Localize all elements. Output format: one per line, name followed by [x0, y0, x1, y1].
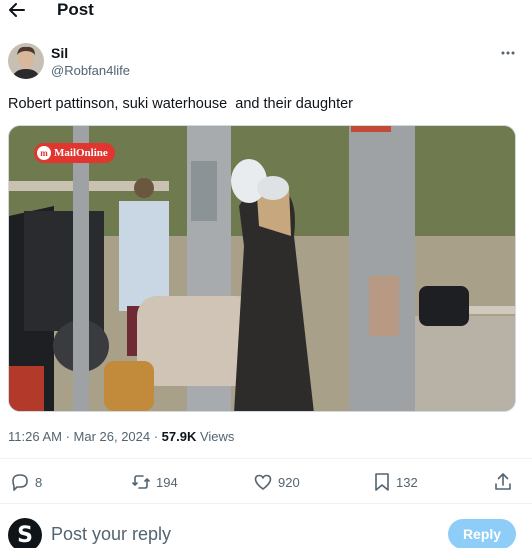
- back-button[interactable]: [6, 0, 28, 20]
- watermark-text: MailOnline: [54, 147, 108, 159]
- post-media-image[interactable]: m MailOnline: [8, 125, 516, 412]
- author-name[interactable]: Sil: [51, 45, 68, 61]
- like-button[interactable]: 920: [253, 470, 300, 494]
- top-bar: Post: [0, 0, 532, 22]
- reply-icon: [12, 474, 28, 491]
- divider: [0, 503, 532, 504]
- reply-submit-button[interactable]: Reply: [448, 519, 516, 548]
- action-bar: 8 194 920 132: [0, 470, 532, 494]
- page-title: Post: [57, 0, 94, 19]
- mailonline-logo: m: [37, 146, 51, 160]
- more-horizontal-icon: [501, 51, 515, 55]
- views-label: Views: [196, 429, 235, 444]
- author-avatar[interactable]: [8, 43, 44, 79]
- heart-icon: [254, 474, 272, 490]
- more-button[interactable]: [498, 44, 518, 62]
- repost-button[interactable]: 194: [131, 470, 178, 494]
- reply-count: 8: [35, 474, 43, 490]
- arrow-left-icon: [9, 3, 25, 17]
- watermark-badge: m MailOnline: [34, 143, 115, 163]
- reply-button[interactable]: 8: [10, 470, 42, 494]
- divider: [0, 458, 532, 459]
- repost-icon: [132, 475, 150, 489]
- post-meta: 11:26 AM · Mar 26, 2024 · 57.9K Views: [8, 429, 234, 444]
- bookmark-icon: [375, 473, 389, 491]
- share-icon: [495, 473, 511, 490]
- reply-input[interactable]: [51, 522, 421, 546]
- like-count: 920: [278, 474, 300, 490]
- post-timestamp[interactable]: 11:26 AM · Mar 26, 2024 ·: [8, 429, 162, 444]
- current-user-avatar[interactable]: S: [8, 518, 42, 548]
- bookmark-button[interactable]: 132: [373, 470, 418, 494]
- share-button[interactable]: [494, 470, 512, 494]
- repost-count: 194: [156, 474, 178, 490]
- bookmark-count: 132: [396, 474, 418, 490]
- author-handle[interactable]: @Robfan4life: [51, 63, 130, 78]
- reply-composer: S Reply: [0, 514, 532, 548]
- views-count: 57.9K: [161, 429, 197, 444]
- post-text: Robert pattinson, suki waterhouse and th…: [8, 96, 353, 112]
